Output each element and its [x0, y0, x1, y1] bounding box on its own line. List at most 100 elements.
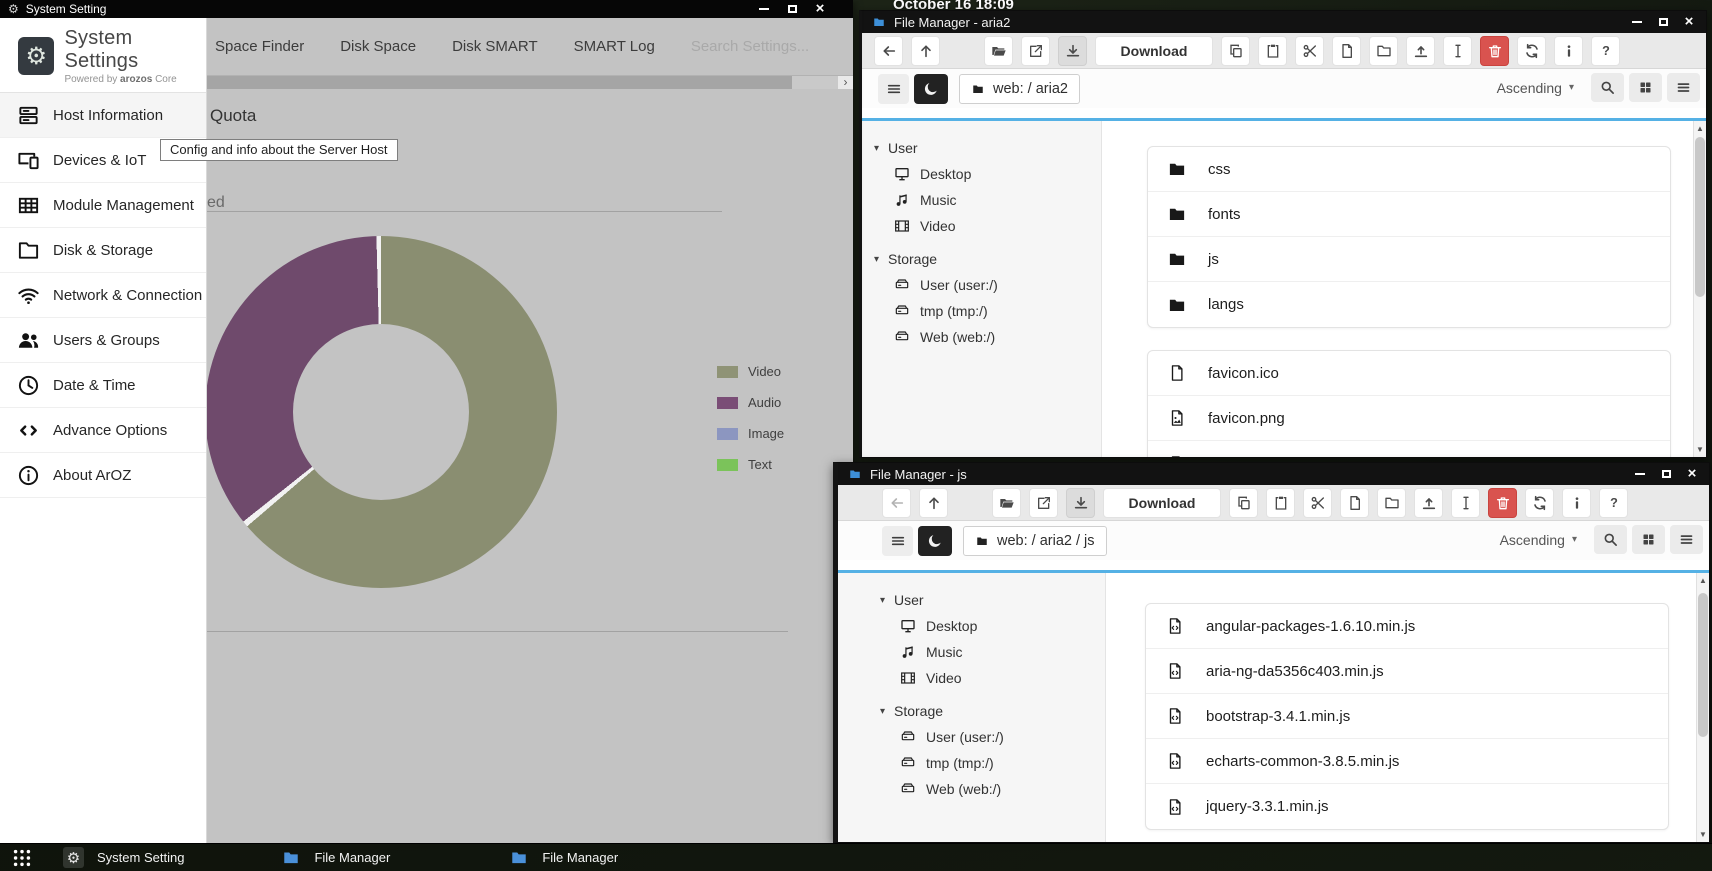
scroll-thumb[interactable] — [1698, 593, 1708, 737]
tree-row[interactable]: ▾ User — [874, 135, 1101, 161]
titlebar[interactable]: File Manager - js × — [838, 463, 1709, 485]
taskbar-item-system-setting[interactable]: ⚙ System Setting — [57, 844, 190, 871]
file-row[interactable]: favicon.png — [1148, 396, 1670, 441]
folder-row[interactable]: fonts — [1148, 192, 1670, 237]
scroll-up-arrow[interactable]: ▲ — [1694, 124, 1706, 133]
toolbar-button-cut[interactable] — [1295, 36, 1324, 66]
sidebar-item-wifi[interactable]: Network & Connection — [0, 273, 206, 318]
toolbar-button-trash[interactable] — [1480, 36, 1509, 66]
toolbar-button-download-arrow[interactable] — [1066, 488, 1095, 518]
taskbar-item-file-manager-1[interactable]: File Manager — [274, 844, 396, 871]
hscroll-thumb[interactable] — [207, 76, 792, 89]
legend-item[interactable]: Text — [717, 449, 784, 480]
tree-row[interactable]: ▾ Desktop — [874, 161, 1101, 187]
toolbar-button-info[interactable] — [1562, 488, 1591, 518]
toolbar-button-rename-ibeam[interactable] — [1451, 488, 1480, 518]
titlebar[interactable]: File Manager - aria2 × — [862, 11, 1706, 33]
tree-row[interactable]: ▾ Music — [874, 187, 1101, 213]
sidebar-item-folder-line[interactable]: Disk & Storage — [0, 228, 206, 273]
file-row[interactable]: index.html — [1148, 441, 1670, 458]
legend-item[interactable]: Audio — [717, 387, 784, 418]
legend-item[interactable]: Image — [717, 418, 784, 449]
folder-row[interactable]: langs — [1148, 282, 1670, 327]
app-launcher-button[interactable] — [9, 847, 35, 869]
toolbar-button[interactable]: Download — [1103, 488, 1221, 518]
toolbar-button-back[interactable] — [874, 36, 903, 66]
search-button[interactable] — [1591, 73, 1624, 102]
folder-row[interactable]: css — [1148, 147, 1670, 192]
scroll-down-arrow[interactable]: ▼ — [1694, 445, 1706, 454]
menu-button[interactable] — [882, 526, 913, 556]
tab[interactable]: SMART Log — [574, 38, 655, 55]
sort-order-dropdown[interactable]: Ascending — [1500, 532, 1565, 548]
tree-row[interactable]: ▾ User (user:/) — [880, 724, 1105, 750]
close-button[interactable]: × — [1685, 468, 1699, 480]
search-button[interactable] — [1594, 525, 1627, 554]
toolbar-button-up[interactable] — [919, 488, 948, 518]
dark-mode-toggle[interactable] — [918, 526, 952, 556]
toolbar-button-new-folder[interactable] — [1369, 36, 1398, 66]
tab[interactable]: Disk SMART — [452, 38, 538, 55]
list-view-button[interactable] — [1667, 73, 1700, 102]
sidebar-item-server[interactable]: Host Information — [0, 93, 206, 138]
tree-row[interactable]: ▾ Desktop — [880, 613, 1105, 639]
tree-row[interactable]: ▾ tmp (tmp:/) — [874, 298, 1101, 324]
close-button[interactable]: × — [813, 3, 827, 15]
dark-mode-toggle[interactable] — [914, 74, 948, 104]
scroll-up-arrow[interactable]: ▲ — [1697, 576, 1709, 585]
minimize-button[interactable] — [1633, 468, 1647, 480]
file-row[interactable]: jquery-3.3.1.min.js — [1146, 784, 1668, 829]
tree-row[interactable]: ▾ Storage — [874, 246, 1101, 272]
chevron-down-icon[interactable]: ▾ — [1569, 82, 1574, 93]
scroll-thumb[interactable] — [1695, 137, 1705, 297]
chevron-down-icon[interactable]: ▾ — [1572, 534, 1577, 545]
list-view-button[interactable] — [1670, 525, 1703, 554]
close-button[interactable]: × — [1682, 16, 1696, 28]
toolbar-button-new-folder[interactable] — [1377, 488, 1406, 518]
minimize-button[interactable] — [1630, 16, 1644, 28]
sort-order-dropdown[interactable]: Ascending — [1497, 80, 1562, 96]
menu-button[interactable] — [878, 74, 909, 104]
tab[interactable]: Space Finder — [215, 38, 304, 55]
tree-row[interactable]: ▾ User (user:/) — [874, 272, 1101, 298]
tree-row[interactable]: ▾ tmp (tmp:/) — [880, 750, 1105, 776]
breadcrumb[interactable]: web: / aria2 / js — [963, 526, 1107, 556]
maximize-button[interactable] — [1656, 16, 1670, 28]
file-row[interactable]: aria-ng-da5356c403.min.js — [1146, 649, 1668, 694]
tree-row[interactable]: ▾ Video — [880, 665, 1105, 691]
toolbar-button-back[interactable] — [882, 488, 911, 518]
maximize-button[interactable] — [785, 3, 799, 15]
toolbar-button-new-file[interactable] — [1340, 488, 1369, 518]
sidebar-item-info-circle[interactable]: About ArOZ — [0, 453, 206, 498]
hscroll-right-arrow[interactable]: › — [838, 76, 853, 89]
vertical-scrollbar[interactable]: ▲ ▼ — [1693, 121, 1706, 457]
sidebar-item-modules[interactable]: Module Management — [0, 183, 206, 228]
toolbar-button-rename-ibeam[interactable] — [1443, 36, 1472, 66]
settings-search-input[interactable] — [691, 38, 831, 55]
titlebar[interactable]: ⚙ System Setting × — [0, 0, 853, 18]
toolbar-button-paste[interactable] — [1266, 488, 1295, 518]
vertical-scrollbar[interactable]: ▲ ▼ — [1696, 573, 1709, 842]
toolbar-button-download-arrow[interactable] — [1058, 36, 1087, 66]
minimize-button[interactable] — [757, 3, 771, 15]
scroll-down-arrow[interactable]: ▼ — [1697, 830, 1709, 839]
sidebar-item-code[interactable]: Advance Options — [0, 408, 206, 453]
horizontal-scrollbar[interactable]: › — [207, 75, 853, 89]
toolbar-button-external-link[interactable] — [1021, 36, 1050, 66]
toolbar-button-cut[interactable] — [1303, 488, 1332, 518]
grid-view-button[interactable] — [1629, 73, 1662, 102]
toolbar-button-copy[interactable] — [1221, 36, 1250, 66]
toolbar-button-open-folder[interactable] — [992, 488, 1021, 518]
sidebar-item-users[interactable]: Users & Groups — [0, 318, 206, 363]
file-row[interactable]: angular-packages-1.6.10.min.js — [1146, 604, 1668, 649]
toolbar-button-info[interactable] — [1554, 36, 1583, 66]
toolbar-button-upload[interactable] — [1414, 488, 1443, 518]
tree-row[interactable]: ▾ Storage — [880, 698, 1105, 724]
toolbar-button-open-folder[interactable] — [984, 36, 1013, 66]
toolbar-button-up[interactable] — [911, 36, 940, 66]
toolbar-button-new-file[interactable] — [1332, 36, 1361, 66]
toolbar-button-trash[interactable] — [1488, 488, 1517, 518]
toolbar-button-copy[interactable] — [1229, 488, 1258, 518]
toolbar-button-upload[interactable] — [1406, 36, 1435, 66]
toolbar-button-refresh[interactable] — [1525, 488, 1554, 518]
